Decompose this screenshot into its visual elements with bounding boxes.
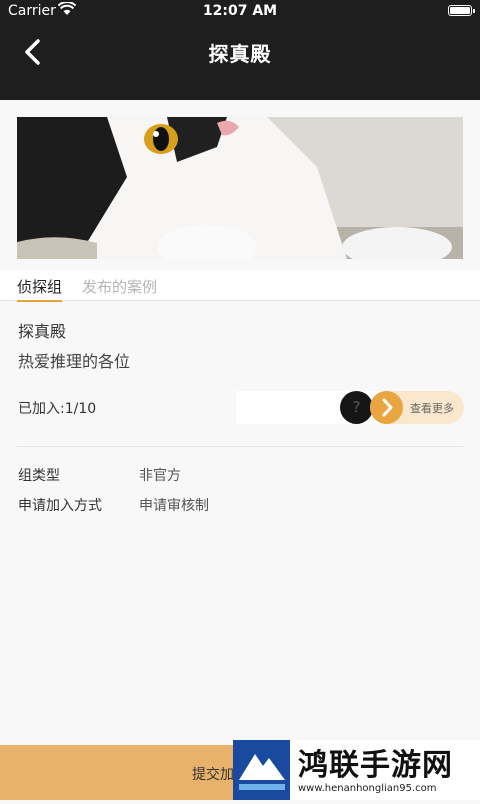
navigation-header: Carrier 12:07 AM 探真殿: [0, 0, 480, 100]
group-banner-image: [17, 117, 463, 259]
divider: [17, 446, 463, 447]
see-more-label: 查看更多: [410, 402, 454, 415]
group-description: 热爱推理的各位: [18, 352, 131, 371]
watermark-logo: [233, 740, 290, 800]
join-method-value: 申请审核制: [139, 498, 209, 514]
see-more-button[interactable]: 查看更多: [370, 391, 464, 424]
watermark-title: 鸿联手游网: [298, 748, 453, 783]
battery-icon: [448, 5, 475, 16]
status-bar: Carrier 12:07 AM: [0, 0, 480, 22]
tab-detective-group[interactable]: 侦探组: [17, 276, 63, 302]
page-title: 探真殿: [208, 42, 272, 66]
group-type-value: 非官方: [139, 468, 181, 484]
status-time: 12:07 AM: [202, 3, 278, 19]
tab-bar: 侦探组 发布的案例: [0, 270, 480, 302]
joined-count: 已加入:1/10: [18, 401, 97, 417]
watermark: 鸿联手游网 www.henanhonglian95.com: [233, 740, 480, 800]
tab-published-cases[interactable]: 发布的案例: [82, 276, 157, 297]
members-strip: ? 查看更多: [236, 391, 464, 424]
watermark-text-box: 鸿联手游网 www.henanhonglian95.com: [290, 740, 480, 800]
group-type-label: 组类型: [18, 468, 60, 484]
watermark-url: www.henanhonglian95.com: [298, 783, 437, 794]
member-avatar[interactable]: ?: [340, 391, 373, 424]
group-name: 探真殿: [18, 322, 67, 341]
chevron-right-icon: [370, 391, 403, 424]
join-method-label: 申请加入方式: [18, 498, 102, 514]
